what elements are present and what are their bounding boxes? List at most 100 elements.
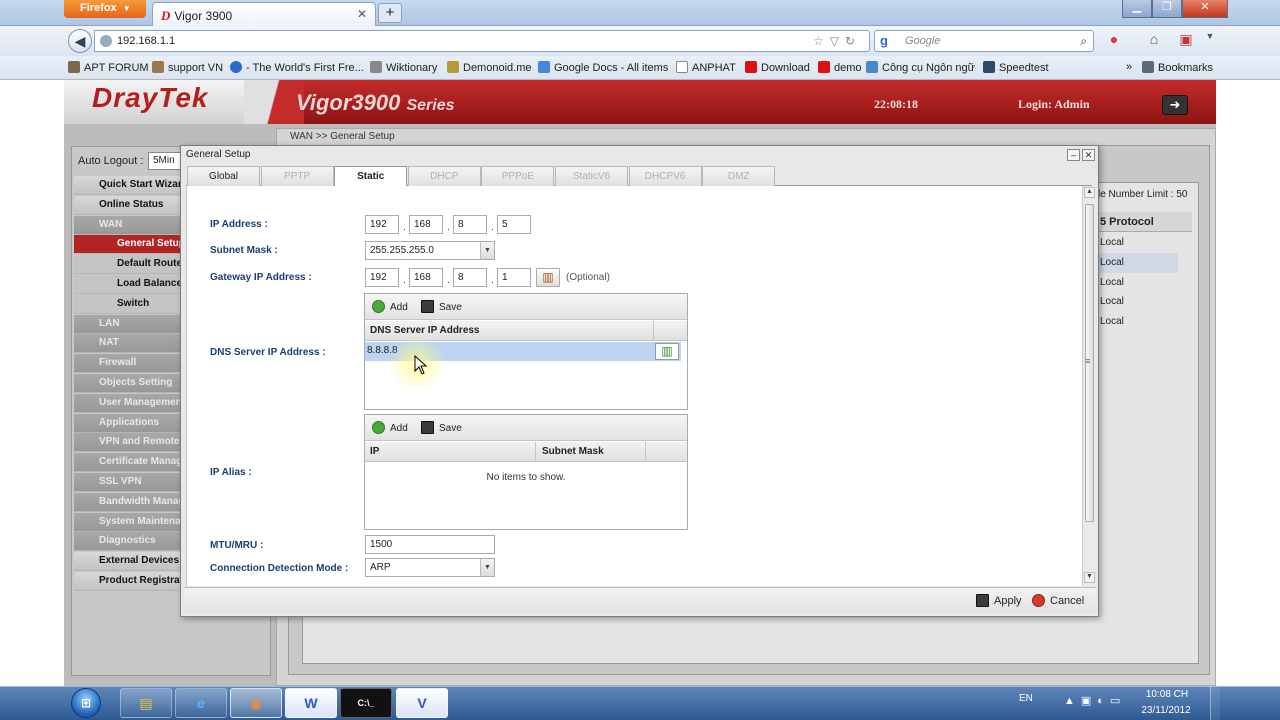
- maximize-button[interactable]: ❐: [1152, 0, 1182, 18]
- search-icon[interactable]: ⌕: [1080, 34, 1087, 49]
- bookmark-item[interactable]: Google Docs - All items: [538, 61, 668, 74]
- tab-staticv6: StaticV6: [555, 166, 628, 186]
- sidebar-item-user-management[interactable]: User Management: [74, 393, 180, 413]
- bookmark-item[interactable]: - The World's First Fre...: [230, 61, 364, 74]
- search-input[interactable]: g Google ⌕: [874, 30, 1094, 52]
- logout-button[interactable]: ➜: [1162, 95, 1188, 115]
- sidebar-item-diagnostics[interactable]: Diagnostics: [74, 532, 180, 552]
- sidebar-item-switch[interactable]: Switch: [74, 294, 180, 314]
- ip-octet-1-input[interactable]: 192: [365, 215, 399, 234]
- breadcrumb: WAN >> General Setup: [290, 131, 395, 142]
- back-button[interactable]: ◀: [68, 29, 92, 53]
- home-icon[interactable]: ⌂: [1144, 31, 1164, 51]
- sidebar-item-quick-start-wizard[interactable]: Quick Start Wizard: [74, 176, 180, 195]
- sidebar-item-objects-setting[interactable]: Objects Setting: [74, 374, 180, 393]
- dot-separator: .: [403, 275, 406, 286]
- sidebar-item-external-devices[interactable]: External Devices: [74, 552, 180, 572]
- scroll-down-icon[interactable]: ▼: [1084, 572, 1095, 583]
- taskbar-visio[interactable]: V: [396, 688, 448, 718]
- firefox-menu-button[interactable]: Firefox ▼: [64, 0, 146, 18]
- background-column-header: 5 Protocol: [1098, 212, 1192, 232]
- mtu-input[interactable]: 1500: [365, 535, 495, 554]
- new-tab-button[interactable]: +: [378, 3, 402, 23]
- gateway-octet-4-input[interactable]: 1: [497, 268, 531, 287]
- menu-chevron-icon[interactable]: ▼: [1200, 31, 1220, 51]
- bookmark-item[interactable]: APT FORUM: [68, 61, 149, 74]
- bookmark-item[interactable]: support VN: [152, 61, 223, 74]
- bookmark-item[interactable]: ANPHAT: [676, 61, 736, 74]
- taskbar-internet-explorer[interactable]: e: [175, 688, 227, 718]
- ip-octet-3-input[interactable]: 8: [453, 215, 487, 234]
- bookmark-item[interactable]: Wiktionary: [370, 61, 437, 74]
- youtube-icon[interactable]: ▣: [1176, 31, 1196, 51]
- bookmark-item[interactable]: demo: [818, 61, 862, 74]
- sidebar-item-firewall[interactable]: Firewall: [74, 354, 180, 374]
- gateway-picker-button[interactable]: ▥: [536, 268, 560, 287]
- close-window-button[interactable]: ✕: [1182, 0, 1228, 18]
- gateway-octet-3-input[interactable]: 8: [453, 268, 487, 287]
- start-button[interactable]: ⊞: [66, 686, 108, 720]
- bookmark-item[interactable]: Demonoid.me: [447, 61, 531, 74]
- close-tab-icon[interactable]: ✕: [357, 7, 367, 21]
- sidebar-item-vpn-and-remote-access[interactable]: VPN and Remote Access: [74, 433, 180, 453]
- show-desktop-button[interactable]: [1210, 686, 1220, 720]
- dns-toolbar: Add Save: [365, 294, 687, 320]
- taskbar-word[interactable]: W: [285, 688, 337, 718]
- taskbar-firefox[interactable]: ◉: [230, 688, 282, 718]
- tab-global[interactable]: Global: [187, 166, 260, 186]
- subnet-mask-select[interactable]: 255.255.255.0 ▼: [365, 241, 495, 260]
- sidebar-item-nat[interactable]: NAT: [74, 334, 180, 354]
- addon-abp-icon[interactable]: ●: [1104, 31, 1124, 51]
- language-indicator[interactable]: EN: [1019, 693, 1033, 704]
- url-bar[interactable]: 192.168.1.1 ☆▽↻: [94, 30, 870, 52]
- minimize-button[interactable]: ▁: [1122, 0, 1152, 18]
- sidebar-item-bandwidth-management[interactable]: Bandwidth Management: [74, 492, 180, 512]
- alias-save-button[interactable]: Save: [421, 421, 462, 434]
- ip-octet-4-input[interactable]: 5: [497, 215, 531, 234]
- bookmarks-menu-button[interactable]: Bookmarks: [1142, 61, 1213, 74]
- apply-button[interactable]: Apply: [976, 594, 1022, 607]
- clock-date[interactable]: 23/11/2012: [1136, 705, 1196, 716]
- url-bar-tools[interactable]: ☆▽↻: [813, 34, 861, 48]
- auto-logout-select[interactable]: 5Min: [148, 152, 182, 170]
- bookmark-item[interactable]: Download: [745, 61, 810, 74]
- sidebar-item-lan[interactable]: LAN: [74, 314, 180, 334]
- bookmark-item[interactable]: Công cụ Ngôn ngữ: [866, 61, 975, 74]
- sidebar-item-system-maintenance[interactable]: System Maintenance: [74, 512, 180, 532]
- connection-detection-select[interactable]: ARP ▼: [365, 558, 495, 577]
- gateway-octet-2-input[interactable]: 168: [409, 268, 443, 287]
- minimize-dialog-button[interactable]: –: [1067, 149, 1080, 161]
- gateway-octet-1-input[interactable]: 192: [365, 268, 399, 287]
- browser-tab-vigor[interactable]: D Vigor 3900 ✕: [152, 2, 376, 26]
- sidebar-item-wan[interactable]: WAN: [74, 215, 180, 235]
- sidebar-item-general-setup[interactable]: General Setup: [74, 235, 180, 255]
- taskbar-command-prompt[interactable]: C:\_: [340, 688, 392, 718]
- sidebar-item-ssl-vpn[interactable]: SSL VPN: [74, 473, 180, 492]
- dns-add-button[interactable]: Add: [372, 300, 408, 313]
- system-tray-icons[interactable]: ▲▣◐▭: [1064, 694, 1128, 710]
- logout-icon: ➜: [1169, 97, 1181, 112]
- scroll-up-icon[interactable]: ▲: [1084, 187, 1095, 198]
- sidebar-item-applications[interactable]: Applications: [74, 413, 180, 433]
- tab-static[interactable]: Static: [334, 166, 408, 187]
- sidebar-item-load-balance[interactable]: Load Balance: [74, 275, 180, 294]
- ip-octet-2-input[interactable]: 168: [409, 215, 443, 234]
- dns-save-button[interactable]: Save: [421, 300, 462, 313]
- bookmark-label: ANPHAT: [692, 62, 736, 74]
- connection-detection-value: ARP: [370, 562, 391, 573]
- taskbar-explorer[interactable]: ▤: [120, 688, 172, 718]
- sidebar-item-certificate-management[interactable]: Certificate Management: [74, 453, 180, 473]
- clock-time[interactable]: 10:08 CH: [1142, 689, 1192, 700]
- bookmark-item[interactable]: Speedtest: [983, 61, 1049, 74]
- alias-add-button[interactable]: Add: [372, 421, 408, 434]
- sidebar-item-online-status[interactable]: Online Status: [74, 195, 180, 215]
- sidebar-item-product-registration[interactable]: Product Registration: [74, 572, 180, 591]
- dns-delete-button[interactable]: ▥: [655, 343, 679, 360]
- auto-logout-label: Auto Logout :: [78, 155, 144, 167]
- bookmark-label: demo: [834, 62, 862, 74]
- bookmarks-overflow-button[interactable]: »: [1126, 61, 1132, 73]
- close-dialog-button[interactable]: ✕: [1082, 149, 1095, 161]
- cancel-button[interactable]: Cancel: [1032, 594, 1084, 607]
- form-scrollbar[interactable]: ▲ ≡ ▼: [1082, 186, 1096, 586]
- sidebar-item-default-route[interactable]: Default Route: [74, 255, 180, 275]
